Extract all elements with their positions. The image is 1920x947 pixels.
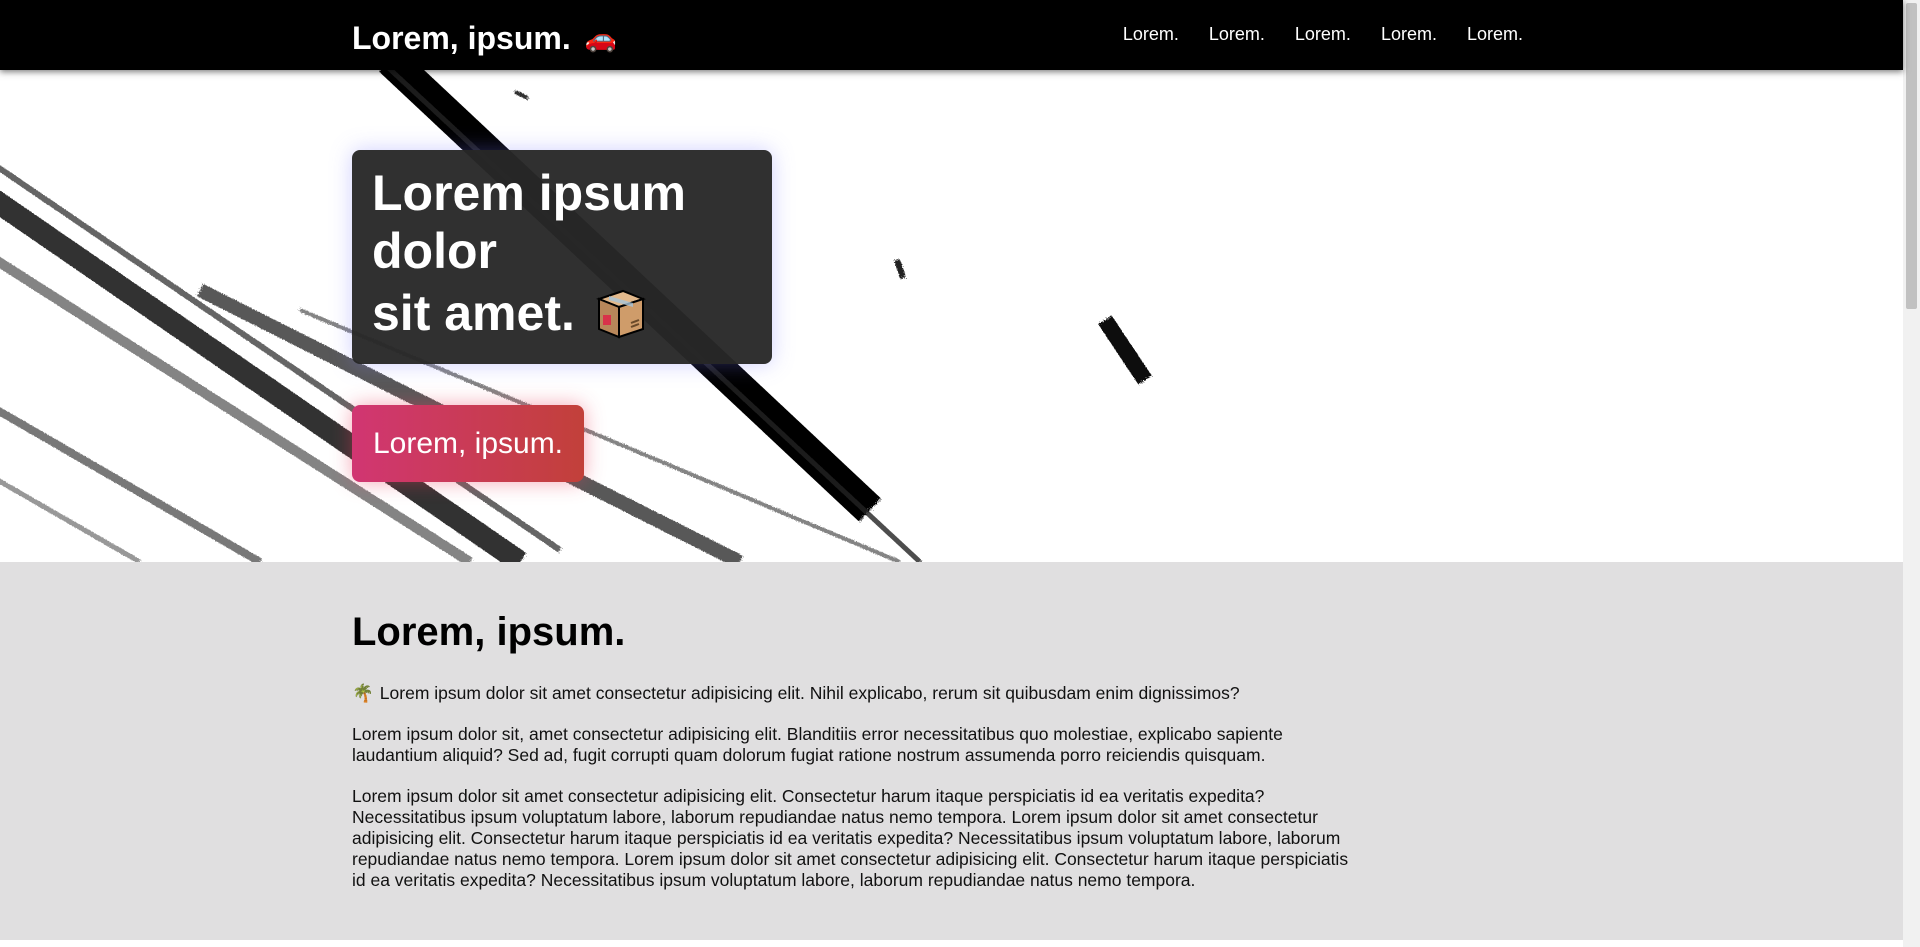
section-heading: Lorem, ipsum. — [352, 610, 626, 654]
hero-title-line-3: sit amet. — [372, 285, 575, 341]
main-nav: Lorem. Lorem. Lorem. Lorem. Lorem. — [1123, 24, 1523, 45]
body-paragraph-2: Lorem ipsum dolor sit amet consectetur a… — [352, 786, 1349, 890]
car-icon: 🚗 — [584, 23, 618, 53]
package-icon — [595, 289, 646, 339]
brush-stroke-background — [0, 70, 1152, 562]
hero-card: Lorem ipsum dolor sit amet. — [352, 150, 772, 364]
palm-tree-icon: 🌴 — [352, 683, 374, 703]
nav-link-4[interactable]: Lorem. — [1381, 24, 1437, 45]
hero-title-line-1: Lorem ipsum — [372, 165, 686, 221]
nav-link-5[interactable]: Lorem. — [1467, 24, 1523, 45]
intro-text: Lorem ipsum dolor sit amet consectetur a… — [379, 683, 1240, 703]
intro-paragraph: 🌴 Lorem ipsum dolor sit amet consectetur … — [352, 683, 1362, 704]
hero-title-line-3-wrap: sit amet. — [372, 284, 752, 342]
site-header: Lorem, ipsum. 🚗 Lorem. Lorem. Lorem. Lor… — [0, 0, 1903, 70]
hero-section: Lorem ipsum dolor sit amet. Lorem, ipsum… — [0, 70, 1903, 562]
hero-title-line-2: dolor — [372, 223, 497, 279]
about-content: Lorem, ipsum. 🌴 Lorem ipsum dolor sit ame… — [352, 610, 1362, 911]
about-section: Lorem, ipsum. 🌴 Lorem ipsum dolor sit ame… — [0, 562, 1903, 940]
page-scrollbar[interactable] — [1903, 0, 1920, 947]
nav-link-3[interactable]: Lorem. — [1295, 24, 1351, 45]
body-paragraph-1: Lorem ipsum dolor sit, amet consectetur … — [352, 724, 1283, 765]
brand-name: Lorem, ipsum. — [352, 20, 571, 56]
scrollbar-thumb[interactable] — [1906, 3, 1917, 309]
hero-cta-button[interactable]: Lorem, ipsum. — [352, 405, 584, 482]
hero-title: Lorem ipsum dolor sit amet. — [372, 164, 752, 342]
nav-link-1[interactable]: Lorem. — [1123, 24, 1179, 45]
brand-logo[interactable]: Lorem, ipsum. 🚗 — [352, 20, 617, 57]
nav-link-2[interactable]: Lorem. — [1209, 24, 1265, 45]
